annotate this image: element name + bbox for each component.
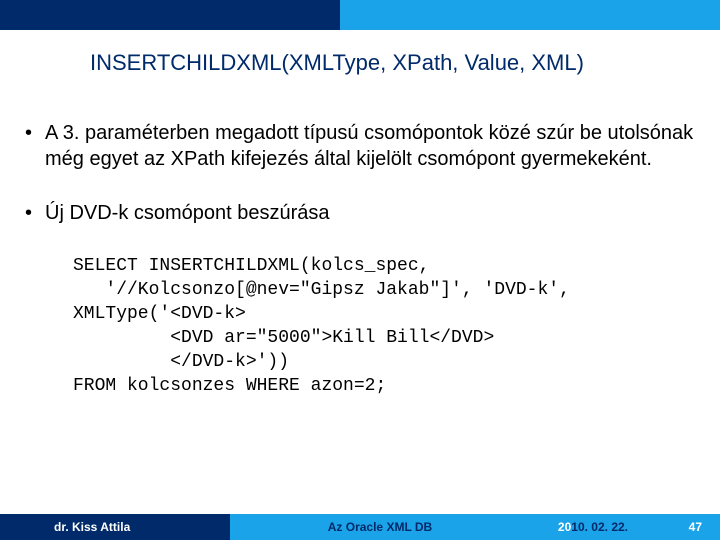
slide-title: INSERTCHILDXML(XMLType, XPath, Value, XM… <box>90 50 650 76</box>
code-line: SELECT INSERTCHILDXML(kolcs_spec, <box>73 256 429 276</box>
code-line: <DVD ar="5000">Kill Bill</DVD> <box>73 328 494 348</box>
footer-author: dr. Kiss Attila <box>0 520 130 534</box>
bullet-icon: • <box>25 200 45 226</box>
code-line: </DVD-k>')) <box>73 352 289 372</box>
slide-body: • A 3. paraméterben megadott típusú csom… <box>25 120 695 398</box>
header-bar-accent <box>0 0 340 30</box>
bullet-text: A 3. paraméterben megadott típusú csomóp… <box>45 120 695 172</box>
bullet-icon: • <box>25 120 45 146</box>
bullet-text: Új DVD-k csomópont beszúrása <box>45 200 330 226</box>
code-block: SELECT INSERTCHILDXML(kolcs_spec, '//Kol… <box>73 254 695 398</box>
slide: INSERTCHILDXML(XMLType, XPath, Value, XM… <box>0 0 720 540</box>
code-line: FROM kolcsonzes WHERE azon=2; <box>73 376 386 396</box>
footer-bar: dr. Kiss Attila Az Oracle XML DB 2010. 0… <box>0 514 720 540</box>
footer-subject: Az Oracle XML DB <box>280 520 480 534</box>
code-line: '//Kolcsonzo[@nev="Gipsz Jakab"]', 'DVD-… <box>73 280 570 300</box>
footer-date-year: 20 <box>558 520 571 534</box>
bullet-item: • A 3. paraméterben megadott típusú csom… <box>25 120 695 172</box>
bullet-item: • Új DVD-k csomópont beszúrása <box>25 200 695 226</box>
footer-page-number: 47 <box>689 520 702 534</box>
code-line: XMLType('<DVD-k> <box>73 304 246 324</box>
footer-accent: dr. Kiss Attila <box>0 514 230 540</box>
footer-date: 2010. 02. 22. <box>558 520 628 534</box>
footer-date-rest: 10. 02. 22. <box>571 520 628 534</box>
